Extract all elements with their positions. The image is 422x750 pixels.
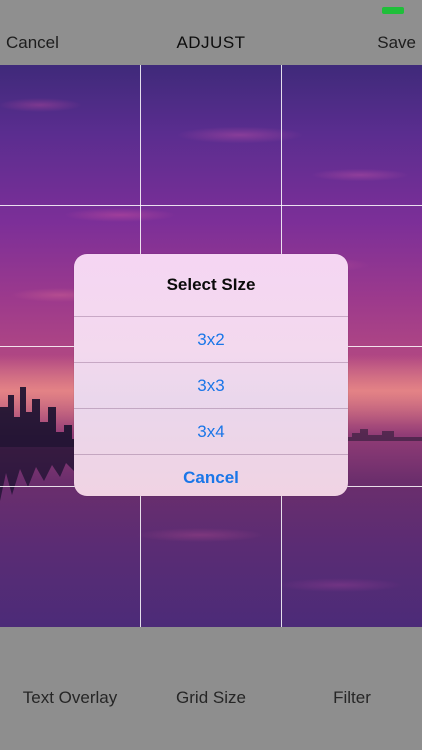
nav-bar: Cancel ADJUST Save [0,20,422,65]
grid-size-button[interactable]: Grid Size [141,688,281,708]
dialog-cancel-button[interactable]: Cancel [74,454,348,496]
text-overlay-button[interactable]: Text Overlay [0,688,140,708]
skyline-right-icon [342,429,422,441]
size-option-3x3[interactable]: 3x3 [74,362,348,408]
bottom-toolbar: Text Overlay Grid Size Filter [0,627,422,750]
size-option-3x2[interactable]: 3x2 [74,316,348,362]
status-bar [0,0,422,20]
app-screen: Cancel ADJUST Save Select SIze 3x2 3x3 3… [0,0,422,750]
select-size-dialog: Select SIze 3x2 3x3 3x4 Cancel [74,254,348,496]
grid-line [0,205,422,206]
filter-button[interactable]: Filter [282,688,422,708]
dialog-title: Select SIze [166,275,256,294]
save-button[interactable]: Save [377,33,416,53]
size-option-3x4[interactable]: 3x4 [74,408,348,454]
page-title: ADJUST [176,33,246,52]
battery-icon [382,7,404,14]
